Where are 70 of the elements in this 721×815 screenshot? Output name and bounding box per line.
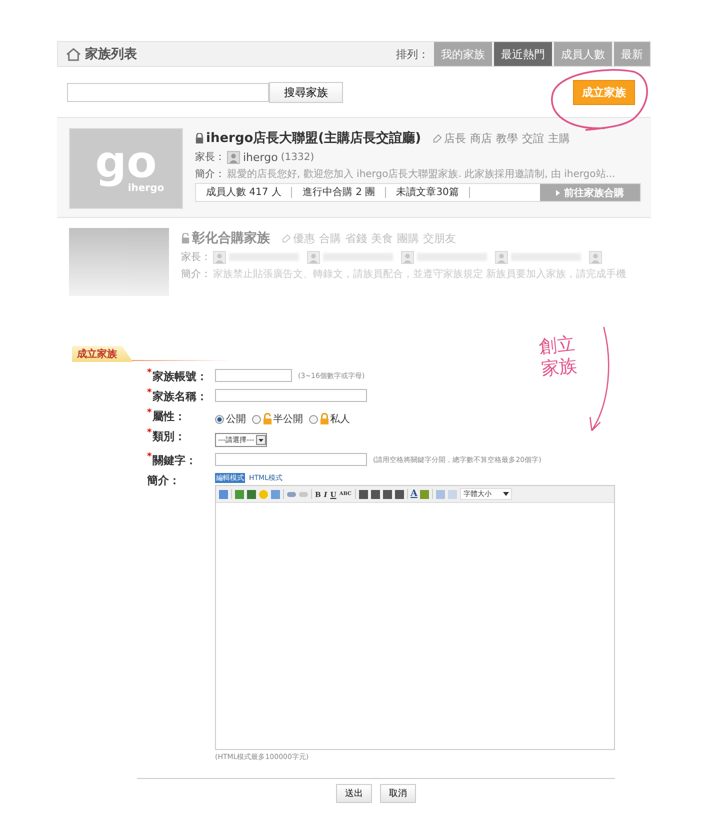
field-label: 家族名稱： <box>152 389 208 405</box>
avatar-icon <box>307 250 320 264</box>
sort-label: 排列： <box>396 46 429 62</box>
owner-label: 家長： <box>195 150 225 164</box>
tag-link[interactable]: 團購 <box>397 230 419 246</box>
sort-tab[interactable]: 我的家族 <box>434 42 492 66</box>
tag-link[interactable]: 交朋友 <box>423 230 456 246</box>
page-title: 家族列表 <box>85 46 137 63</box>
play-arrow-icon <box>556 190 560 196</box>
dropdown-arrow-icon <box>503 491 510 497</box>
handwritten-note: 創立 家族 <box>538 333 578 381</box>
avatar-icon <box>227 150 240 164</box>
radio-button[interactable] <box>215 414 224 424</box>
tag-link[interactable]: 優惠 <box>293 230 315 246</box>
tag-link[interactable]: 店長 <box>444 130 466 146</box>
tag-icon <box>282 234 291 242</box>
create-family-button[interactable]: 成立家族 <box>573 80 635 104</box>
tag-link[interactable]: 交誼 <box>522 130 544 146</box>
owner-link[interactable]: ihergo <box>243 150 278 164</box>
family-name-link[interactable]: 彰化合購家族 <box>192 229 270 247</box>
sort-tab[interactable]: 成員人數 <box>554 42 612 66</box>
required-mark: * <box>147 389 152 400</box>
radio-button[interactable] <box>309 414 318 424</box>
field-label: 類別： <box>152 429 186 445</box>
text-field[interactable] <box>215 453 367 466</box>
house-icon <box>66 48 81 60</box>
tag-link[interactable]: 教學 <box>496 130 518 146</box>
avatar-icon <box>213 250 226 264</box>
tag-link[interactable]: 合購 <box>319 230 341 246</box>
tag-link[interactable]: 美食 <box>371 230 393 246</box>
field-label: 關鍵字： <box>152 453 197 469</box>
intro-label: 簡介： <box>181 268 211 281</box>
form-button[interactable]: 送出 <box>336 784 372 803</box>
text-field[interactable] <box>215 369 292 382</box>
radio-button[interactable] <box>252 414 261 424</box>
text-field[interactable] <box>215 389 367 402</box>
intro-text: 親愛的店長您好, 歡迎您加入 ihergo店長大聯盟家族. 此家族採用邀請制, 由 ihergo站... <box>227 168 616 181</box>
tag-icon <box>433 134 442 142</box>
tag-link[interactable]: 主購 <box>548 130 570 146</box>
required-mark: * <box>147 369 152 380</box>
tag-link[interactable]: 商店 <box>470 130 492 146</box>
field-label: 家族帳號： <box>152 369 208 385</box>
intro-label: 簡介： <box>195 168 225 181</box>
field-label: 簡介： <box>147 473 180 489</box>
family-name-link[interactable]: ihergo店長大聯盟(主購店長交誼廳) <box>206 129 422 147</box>
search-button[interactable]: 搜尋家族 <box>269 82 343 102</box>
required-mark: * <box>147 453 152 464</box>
go-to-group-buy-button[interactable]: 前往家族合購 <box>540 184 640 201</box>
owner-count: (1332) <box>280 152 314 162</box>
radio-label: 私人 <box>330 413 350 426</box>
radio-label: 半公開 <box>273 412 303 426</box>
required-mark: * <box>147 429 152 440</box>
field-label: 屬性： <box>152 409 186 425</box>
lock-icon <box>320 413 329 425</box>
avatar-icon <box>401 250 414 264</box>
sort-tab[interactable]: 最近熱門 <box>494 42 552 66</box>
avatar-icon <box>495 250 508 264</box>
stat-text: 成員人數 417 人 <box>196 187 292 198</box>
form-button[interactable]: 取消 <box>380 784 416 803</box>
sort-tab[interactable]: 最新 <box>614 42 650 66</box>
intro-text: 家族禁止貼張廣告文、轉錄文，請族員配合，並遵守家族規定 新族員要加入家族，請完成手機 <box>213 268 626 281</box>
stat-text: 未讀文章30篇 <box>386 187 470 198</box>
search-field[interactable] <box>67 82 269 102</box>
format-button[interactable]: A <box>410 489 418 499</box>
open-lock-icon <box>263 413 272 425</box>
stat-text: 進行中合購 2 團 <box>292 187 386 198</box>
tag-link[interactable]: 省錢 <box>345 230 367 246</box>
radio-label: 公開 <box>226 413 246 426</box>
owner-label: 家長： <box>181 250 211 264</box>
required-mark: * <box>147 409 152 420</box>
